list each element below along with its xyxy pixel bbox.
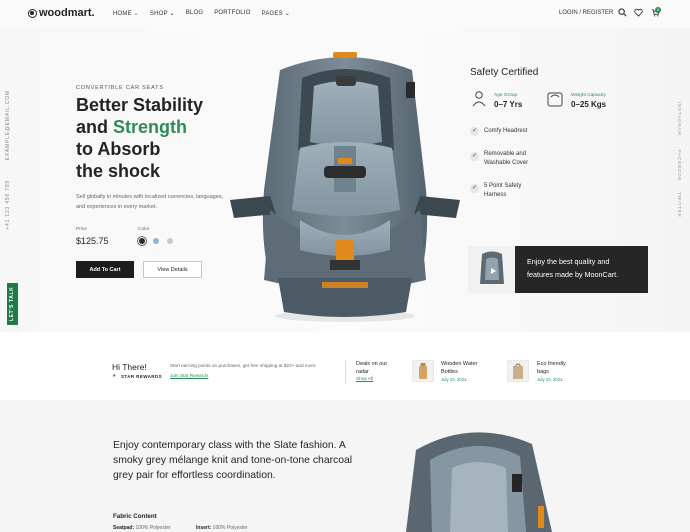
headline-highlight: Strength	[113, 117, 188, 137]
color-swatch-blue[interactable]	[153, 238, 159, 244]
divider	[345, 360, 346, 384]
video-caption: Enjoy the best quality and features made…	[515, 246, 648, 293]
nav-item-pages[interactable]: PAGES ⌄	[262, 10, 290, 17]
details-copy: Enjoy contemporary class with the Slate …	[113, 440, 353, 481]
nav-item-home[interactable]: HOME ⌄	[113, 10, 139, 17]
headline-line-4: the shock	[76, 161, 161, 181]
hero-eyebrow: CONVERTIBLE CAR SEATS	[76, 85, 164, 91]
add-to-cart-button[interactable]: Add To Cart	[76, 261, 134, 278]
star-icon: ★	[112, 373, 117, 379]
bag-thumbnail[interactable]	[507, 360, 529, 382]
hero-headline: Better Stability and Strength to Absorb …	[76, 94, 236, 182]
social-twitter[interactable]: TWITTER	[677, 192, 682, 218]
car-seat-image	[230, 50, 460, 330]
color-label: Color	[138, 227, 150, 232]
fabric-seatpad: Seatpad: 100% Polyester	[113, 525, 171, 531]
fabric-title: Fabric Content	[113, 513, 157, 520]
headline-line-2: and Strength	[76, 117, 188, 137]
logo[interactable]: woodmart.	[28, 7, 95, 19]
bottle-thumbnail[interactable]	[412, 360, 434, 382]
social-facebook[interactable]: FACEBOOK	[677, 150, 682, 181]
safety-title: Safety Certified	[470, 67, 539, 78]
search-icon[interactable]	[617, 8, 627, 18]
join-rewards-link[interactable]: Join Star Rewards	[170, 373, 208, 378]
side-phone[interactable]: +41 123 456 789	[5, 180, 11, 230]
baby-icon	[470, 90, 488, 108]
price-value: $125.75	[76, 236, 109, 246]
weight-capacity-value: 0–25 Kgs	[571, 100, 607, 109]
promo-description: Start earning points on purchases, get f…	[170, 363, 317, 368]
headline-line-1: Better Stability	[76, 95, 204, 115]
nav-item-shop[interactable]: SHOP ⌄	[150, 10, 175, 17]
hero-description: Sell globally in minutes with localized …	[76, 194, 224, 210]
age-group-label: Age Group	[494, 93, 518, 98]
deal-item-date: July 23, 2023	[537, 377, 563, 382]
deals-heading: Deals on our radar	[356, 361, 388, 375]
check-icon: ✓	[470, 127, 479, 136]
shop-all-link[interactable]: Shop All	[356, 376, 373, 381]
logo-text: woodmart.	[39, 7, 95, 19]
feature-safety-harness: 5 Point Safety Harness	[484, 183, 522, 198]
color-swatch-black[interactable]	[139, 238, 145, 244]
login-register-link[interactable]: LOGIN / REGISTER	[559, 10, 613, 16]
site-header: woodmart. HOME ⌄ SHOP ⌄ BLOG PORTFOLIO P…	[0, 0, 690, 28]
headline-line-3: to Absorb	[76, 139, 161, 159]
price-label: Price	[76, 227, 87, 232]
nav-item-blog[interactable]: BLOG	[186, 10, 203, 17]
social-instagram[interactable]: INSTAGRAM	[677, 102, 682, 136]
feature-comfy-headrest: Comfy Headrest	[484, 128, 528, 134]
weight-capacity-label: Weight Capacity	[571, 93, 606, 98]
car-seat-detail-image	[392, 420, 562, 532]
check-icon: ✓	[470, 152, 479, 161]
deal-item-date: July 23, 2023	[441, 377, 467, 382]
color-swatch-grey[interactable]	[167, 238, 173, 244]
fabric-insert: Insert: 100% Polyester	[196, 525, 248, 531]
heart-icon[interactable]	[633, 8, 643, 18]
view-details-button[interactable]: View Details	[143, 261, 202, 278]
deal-item-name[interactable]: Wooden Water Bottles	[441, 360, 489, 376]
age-group-value: 0–7 Yrs	[494, 100, 523, 109]
feature-washable-cover: Removable and Washable Cover	[484, 151, 529, 166]
cart-count-badge: 0	[655, 7, 661, 13]
logo-mark-icon	[28, 8, 37, 18]
star-rewards-label: STAR REWARDS	[121, 374, 162, 379]
lets-talk-button[interactable]: LET'S TALK	[7, 283, 18, 325]
check-icon: ✓	[470, 184, 479, 193]
promo-greeting: Hi There!	[112, 362, 147, 372]
play-icon[interactable]	[491, 268, 496, 274]
nav-item-portfolio[interactable]: PORTFOLIO	[214, 10, 250, 17]
side-email[interactable]: EXAMPLE@EMAIL.COM	[5, 90, 11, 160]
main-nav: HOME ⌄ SHOP ⌄ BLOG PORTFOLIO PAGES ⌄	[113, 10, 290, 17]
scale-icon	[546, 90, 564, 108]
deal-item-name[interactable]: Eco friendly bags	[537, 360, 577, 376]
